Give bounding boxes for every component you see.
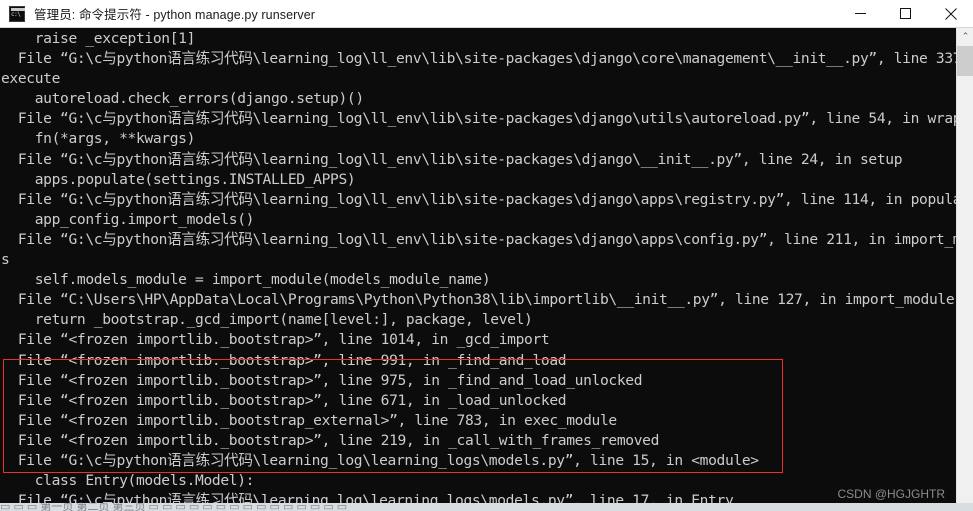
console-line: File “<frozen importlib._bootstrap>”, li… xyxy=(1,371,643,389)
maximize-button[interactable] xyxy=(883,0,928,28)
window-controls xyxy=(838,0,973,28)
title-bar[interactable]: 管理员: 命令提示符 - python manage.py runserver xyxy=(0,0,973,28)
console-line: app_config.import_models() xyxy=(1,210,255,228)
scroll-up-arrow-icon[interactable]: ⌃ xyxy=(957,28,973,45)
close-button[interactable] xyxy=(928,0,973,28)
console-line: File “<frozen importlib._bootstrap>”, li… xyxy=(1,351,567,369)
maximize-icon xyxy=(900,8,911,19)
console-text-block: raise _exception[1] File “G:\c与python语言练… xyxy=(1,29,956,511)
console-line: File “<frozen importlib._bootstrap>”, li… xyxy=(1,391,567,409)
minimize-icon xyxy=(855,13,866,14)
close-icon xyxy=(944,7,957,20)
console-line: File “C:\Users\HP\AppData\Local\Programs… xyxy=(1,291,955,309)
console-line: File “<frozen importlib._bootstrap>”, li… xyxy=(1,331,550,349)
console-line: self.models_module = import_module(model… xyxy=(1,271,491,289)
taskbar-text: ▭ ▭ ▭ 第一页 第二页 第三页 ▭ ▭ ▭ ▭ ▭ ▭ ▭ ▭ ▭ ▭ ▭ … xyxy=(0,503,348,511)
console-icon xyxy=(9,5,25,22)
cmd-window: 管理员: 命令提示符 - python manage.py runserver xyxy=(0,0,973,511)
console-line: File “G:\c与python语言练习代码\learning_log\ll_… xyxy=(1,110,956,128)
taskbar-sliver[interactable]: ▭ ▭ ▭ 第一页 第二页 第三页 ▭ ▭ ▭ ▭ ▭ ▭ ▭ ▭ ▭ ▭ ▭ … xyxy=(0,503,973,511)
minimize-button[interactable] xyxy=(838,0,883,28)
watermark: CSDN @HGJGHTR xyxy=(837,487,945,501)
console-line: apps.populate(settings.INSTALLED_APPS) xyxy=(1,170,356,188)
console-line: File “G:\c与python语言练习代码\learning_log\lea… xyxy=(1,451,759,469)
console-line: File “G:\c与python语言练习代码\learning_log\ll_… xyxy=(1,50,956,68)
console-output-area[interactable]: raise _exception[1] File “G:\c与python语言练… xyxy=(0,28,956,511)
console-line: execute xyxy=(1,70,61,88)
vertical-scrollbar[interactable]: ⌃ ⌄ xyxy=(956,28,973,511)
console-line: File “<frozen importlib._bootstrap>”, li… xyxy=(1,431,660,449)
console-line: File “<frozen importlib._bootstrap_exter… xyxy=(1,411,617,429)
console-line: File “G:\c与python语言练习代码\learning_log\ll_… xyxy=(1,150,903,168)
console-line: class Entry(models.Model): xyxy=(1,472,255,490)
console-line: return _bootstrap._gcd_import(name[level… xyxy=(1,311,533,329)
console-line: File “G:\c与python语言练习代码\learning_log\ll_… xyxy=(1,230,956,248)
scrollbar-thumb[interactable] xyxy=(957,46,973,76)
console-line: s xyxy=(1,251,10,269)
console-line: File “G:\c与python语言练习代码\learning_log\ll_… xyxy=(1,190,956,208)
console-line: autoreload.check_errors(django.setup)() xyxy=(1,90,364,108)
console-line: fn(*args, **kwargs) xyxy=(1,130,196,148)
window-title: 管理员: 命令提示符 - python manage.py runserver xyxy=(34,8,316,22)
console-line: raise _exception[1] xyxy=(1,30,196,47)
